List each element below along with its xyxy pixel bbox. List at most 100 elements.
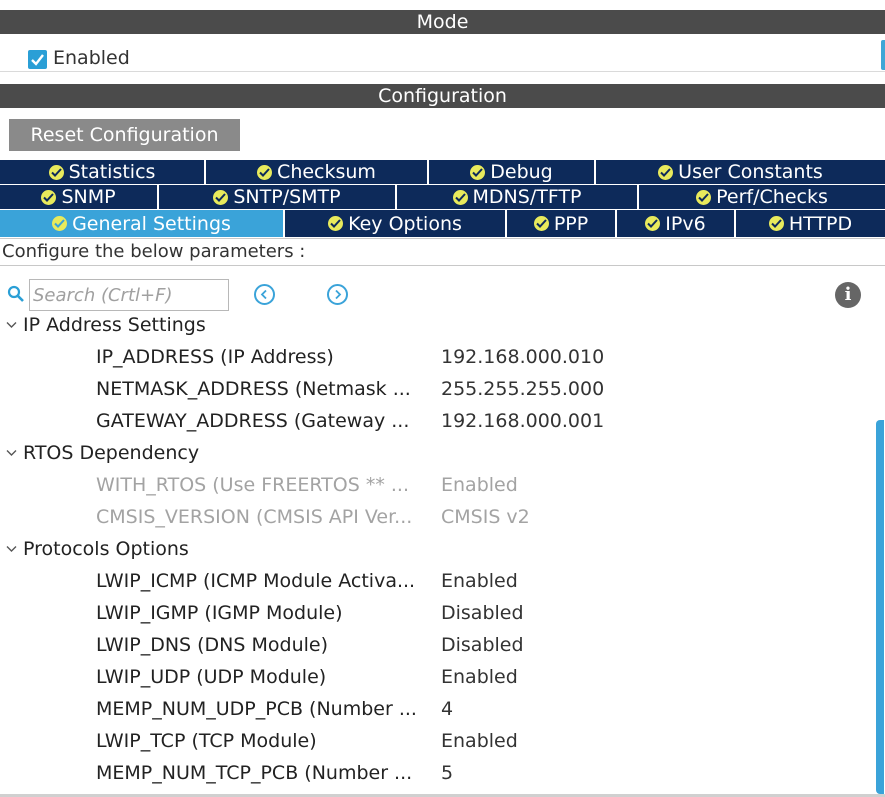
tab-ipv6[interactable]: IPv6: [617, 210, 736, 237]
tab-label: General Settings: [72, 212, 231, 235]
chevron-down-icon: [6, 546, 17, 552]
group-title: RTOS Dependency: [23, 442, 200, 464]
param-name: MEMP_NUM_TCP_PCB (Number ...: [96, 762, 413, 784]
ok-check-icon: [533, 216, 549, 231]
param-name: NETMASK_ADDRESS (Netmask ...: [96, 378, 411, 400]
param-row-lwip-dns[interactable]: LWIP_DNS (DNS Module) Disabled: [0, 630, 870, 660]
param-name: LWIP_IGMP (IGMP Module): [96, 602, 343, 624]
tab-label: IPv6: [665, 212, 706, 235]
ok-check-icon: [658, 164, 674, 180]
param-row-ip-address[interactable]: IP_ADDRESS (IP Address) 192.168.000.010: [0, 342, 870, 372]
ok-check-icon: [696, 189, 712, 205]
param-name: GATEWAY_ADDRESS (Gateway ...: [96, 410, 410, 432]
ok-check-icon: [328, 216, 344, 231]
tab-label: Key Options: [348, 212, 462, 235]
param-row-with-rtos[interactable]: WITH_RTOS (Use FREERTOS ** ... Enabled: [0, 470, 870, 500]
tab-label: HTTPD: [788, 212, 853, 235]
ok-check-icon: [768, 216, 784, 231]
tab-label: SNTP/SMTP: [233, 186, 341, 208]
ok-check-icon: [48, 164, 64, 180]
ok-check-icon: [470, 164, 486, 180]
param-value: Enabled: [441, 570, 518, 592]
param-value: 5: [441, 762, 454, 784]
param-row-memp-num-udp-pcb[interactable]: MEMP_NUM_UDP_PCB (Number ... 4: [0, 694, 870, 724]
tab-label: Perf/Checks: [716, 186, 828, 208]
param-name: WITH_RTOS (Use FREERTOS ** ...: [96, 474, 409, 496]
checkmark-icon: [31, 54, 44, 66]
param-value: Enabled: [441, 666, 518, 688]
param-name: MEMP_NUM_UDP_PCB (Number ...: [96, 698, 417, 720]
param-value: CMSIS v2: [441, 506, 530, 528]
param-row-lwip-icmp[interactable]: LWIP_ICMP (ICMP Module Activa... Enabled: [0, 566, 870, 596]
enabled-label: Enabled: [53, 47, 130, 69]
tab-label: User Constants: [678, 161, 823, 183]
configuration-section-header: Configuration: [0, 84, 885, 108]
ok-check-icon: [645, 216, 661, 231]
param-value: 255.255.255.000: [441, 378, 605, 400]
next-result-button[interactable]: [327, 284, 348, 305]
param-value: Disabled: [441, 602, 524, 624]
param-value: 192.168.000.001: [441, 410, 605, 432]
chevron-down-icon: [6, 450, 17, 456]
chevron-left-icon: [260, 289, 267, 300]
tab-snmp[interactable]: SNMP: [0, 185, 159, 209]
tab-httpd[interactable]: HTTPD: [736, 210, 885, 237]
param-row-netmask-address[interactable]: NETMASK_ADDRESS (Netmask ... 255.255.255…: [0, 374, 870, 404]
tab-checksum[interactable]: Checksum: [206, 160, 429, 184]
param-value: Disabled: [441, 634, 524, 656]
param-row-memp-num-tcp-pcb[interactable]: MEMP_NUM_TCP_PCB (Number ... 5: [0, 758, 870, 788]
param-name: LWIP_DNS (DNS Module): [96, 634, 328, 656]
param-row-lwip-tcp[interactable]: LWIP_TCP (TCP Module) Enabled: [0, 726, 870, 756]
ok-check-icon: [452, 189, 468, 205]
param-row-gateway-address[interactable]: GATEWAY_ADDRESS (Gateway ... 192.168.000…: [0, 406, 870, 436]
tab-mdns-tftp[interactable]: MDNS/TFTP: [397, 185, 639, 209]
tab-general-settings[interactable]: General Settings: [0, 210, 285, 237]
param-row-cmsis-version[interactable]: CMSIS_VERSION (CMSIS API Ver... CMSIS v2: [0, 502, 870, 532]
tab-perf-checks[interactable]: Perf/Checks: [639, 185, 885, 209]
chevron-right-icon: [335, 289, 342, 300]
tab-row-2: SNMP SNTP/SMTP MDNS/TFTP Perf/Checks: [0, 185, 885, 209]
search-input[interactable]: [29, 279, 229, 311]
mode-section-header: Mode: [0, 10, 885, 34]
enabled-checkbox[interactable]: [28, 50, 47, 69]
tab-row-1: Statistics Checksum Debug User Constants: [0, 160, 885, 184]
info-icon[interactable]: i: [835, 282, 861, 308]
param-name: LWIP_TCP (TCP Module): [96, 730, 317, 752]
ok-check-icon: [257, 164, 273, 180]
param-row-lwip-udp[interactable]: LWIP_UDP (UDP Module) Enabled: [0, 662, 870, 692]
tab-statistics[interactable]: Statistics: [0, 160, 206, 184]
param-name: IP_ADDRESS (IP Address): [96, 346, 334, 368]
tab-debug[interactable]: Debug: [429, 160, 596, 184]
param-name: LWIP_ICMP (ICMP Module Activa...: [96, 570, 416, 592]
reset-configuration-button[interactable]: Reset Configuration: [9, 119, 240, 151]
ok-check-icon: [41, 189, 57, 205]
tab-label: Statistics: [68, 161, 156, 183]
param-value: Enabled: [441, 474, 518, 496]
previous-result-button[interactable]: [254, 284, 275, 305]
param-name: CMSIS_VERSION (CMSIS API Ver...: [96, 506, 413, 528]
group-title: Protocols Options: [23, 538, 189, 560]
tab-user-constants[interactable]: User Constants: [596, 160, 885, 184]
ok-check-icon: [213, 189, 229, 205]
tab-key-options[interactable]: Key Options: [285, 210, 507, 237]
tab-sntp-smtp[interactable]: SNTP/SMTP: [159, 185, 397, 209]
tab-label: Debug: [490, 161, 553, 183]
param-value: 4: [441, 698, 454, 720]
param-name: LWIP_UDP (UDP Module): [96, 666, 327, 688]
chevron-down-icon: [6, 322, 17, 328]
param-value: 192.168.000.010: [441, 346, 605, 368]
tab-row-3: General Settings Key Options PPP IPv6 HT…: [0, 210, 885, 237]
group-title: IP Address Settings: [23, 314, 206, 336]
tab-ppp[interactable]: PPP: [507, 210, 617, 237]
scrollbar-edge[interactable]: [881, 40, 885, 70]
tab-label: Checksum: [277, 161, 376, 183]
mode-row: [0, 36, 885, 72]
tab-label: PPP: [553, 212, 589, 235]
tab-label: SNMP: [61, 186, 116, 208]
param-value: Enabled: [441, 730, 518, 752]
scrollbar-thumb[interactable]: [876, 420, 884, 794]
param-row-lwip-igmp[interactable]: LWIP_IGMP (IGMP Module) Disabled: [0, 598, 870, 628]
search-icon: [7, 285, 24, 302]
configure-parameters-hint: Configure the below parameters :: [0, 238, 885, 266]
ok-check-icon: [52, 216, 68, 231]
